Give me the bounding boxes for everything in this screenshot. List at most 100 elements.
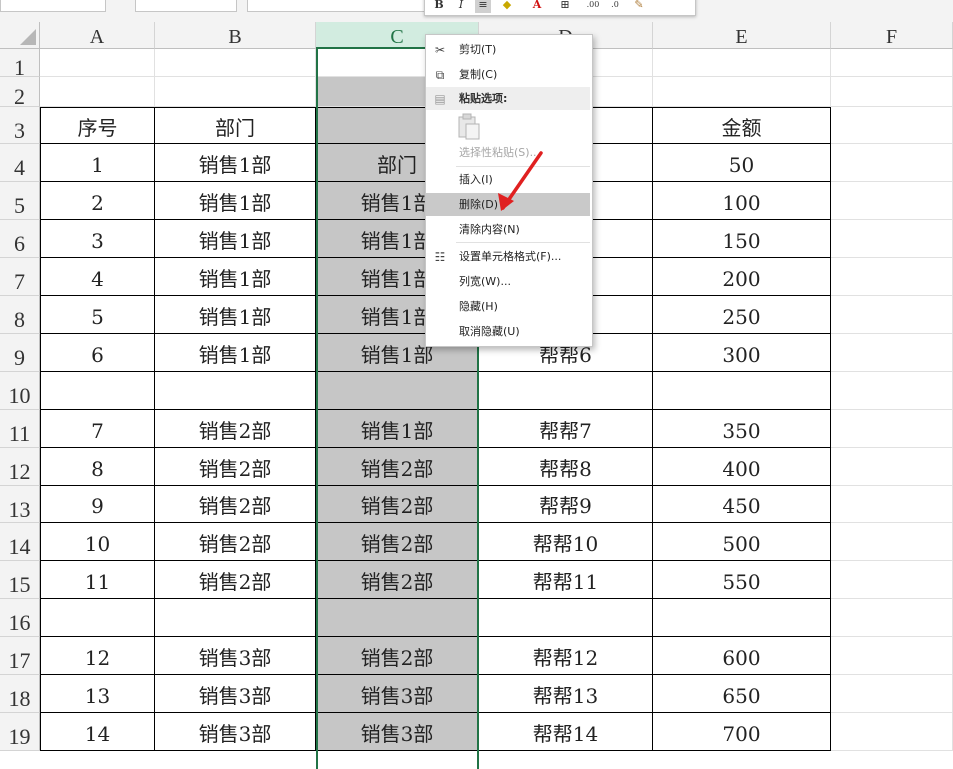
italic-button[interactable]: I [453, 0, 469, 13]
cell-b1[interactable] [155, 49, 316, 77]
column-header-e[interactable]: E [653, 22, 831, 49]
cell-d14[interactable]: 帮帮10 [479, 523, 653, 561]
row-header-13[interactable]: 13 [0, 486, 40, 523]
menu-item-format-cells[interactable]: ☷ 设置单元格格式(F)... [426, 245, 590, 268]
cell-f16[interactable] [831, 599, 953, 637]
row-header-12[interactable]: 12 [0, 448, 40, 486]
cell-b9[interactable]: 销售1部 [155, 334, 316, 372]
cell-d10[interactable] [479, 372, 653, 410]
cell-d16[interactable] [479, 599, 653, 637]
cell-a9[interactable]: 6 [40, 334, 155, 372]
cell-a4[interactable]: 1 [40, 144, 155, 182]
row-header-2[interactable]: 2 [0, 77, 40, 109]
cell-e9[interactable]: 300 [653, 334, 831, 372]
cell-f15[interactable] [831, 561, 953, 599]
cell-b16[interactable] [155, 599, 316, 637]
cell-e10[interactable] [653, 372, 831, 410]
cell-c18[interactable]: 销售3部 [316, 675, 479, 713]
cell-a18[interactable]: 13 [40, 675, 155, 713]
cell-e3[interactable]: 金额 [653, 107, 831, 144]
cell-f19[interactable] [831, 713, 953, 751]
row-header-17[interactable]: 17 [0, 637, 40, 675]
row-header-15[interactable]: 15 [0, 561, 40, 599]
cell-b2[interactable] [155, 77, 316, 107]
cell-c16[interactable] [316, 599, 479, 637]
cell-f11[interactable] [831, 410, 953, 448]
menu-item-cut[interactable]: ✂ 剪切(T) [426, 38, 590, 61]
cell-a8[interactable]: 5 [40, 296, 155, 334]
cell-f14[interactable] [831, 523, 953, 561]
cell-c19[interactable]: 销售3部 [316, 713, 479, 751]
cell-a16[interactable] [40, 599, 155, 637]
cell-e7[interactable]: 200 [653, 258, 831, 296]
cell-c14[interactable]: 销售2部 [316, 523, 479, 561]
cell-b14[interactable]: 销售2部 [155, 523, 316, 561]
bold-button[interactable]: B [431, 0, 447, 13]
row-header-7[interactable]: 7 [0, 258, 40, 296]
cell-b5[interactable]: 销售1部 [155, 182, 316, 220]
row-header-1[interactable]: 1 [0, 49, 40, 80]
cell-d15[interactable]: 帮帮11 [479, 561, 653, 599]
cell-a17[interactable]: 12 [40, 637, 155, 675]
font-color-icon[interactable]: A [529, 0, 545, 13]
column-header-b[interactable]: B [155, 22, 316, 49]
cell-a19[interactable]: 14 [40, 713, 155, 751]
row-header-8[interactable]: 8 [0, 296, 40, 334]
cell-d13[interactable]: 帮帮9 [479, 486, 653, 523]
cell-e19[interactable]: 700 [653, 713, 831, 751]
cell-e11[interactable]: 350 [653, 410, 831, 448]
decrease-decimal-icon[interactable]: .0 [607, 0, 623, 13]
column-header-f[interactable]: F [831, 22, 953, 49]
border-icon[interactable]: ⊞ [557, 0, 573, 13]
cell-e17[interactable]: 600 [653, 637, 831, 675]
row-header-3[interactable]: 3 [0, 107, 40, 144]
cell-b6[interactable]: 销售1部 [155, 220, 316, 258]
cell-a12[interactable]: 8 [40, 448, 155, 486]
row-header-5[interactable]: 5 [0, 182, 40, 220]
cell-f13[interactable] [831, 486, 953, 523]
cell-d18[interactable]: 帮帮13 [479, 675, 653, 713]
cell-f4[interactable] [831, 144, 953, 182]
cell-b4[interactable]: 销售1部 [155, 144, 316, 182]
cell-b18[interactable]: 销售3部 [155, 675, 316, 713]
row-header-14[interactable]: 14 [0, 523, 40, 561]
cell-f1[interactable] [831, 49, 953, 77]
cell-b3[interactable]: 部门 [155, 107, 316, 144]
cell-f12[interactable] [831, 448, 953, 486]
row-header-18[interactable]: 18 [0, 675, 40, 713]
align-center-icon[interactable]: ≡ [475, 0, 491, 13]
menu-item-paste-special[interactable]: 选择性粘贴(S)... [426, 141, 590, 164]
cell-e5[interactable]: 100 [653, 182, 831, 220]
cell-c11[interactable]: 销售1部 [316, 410, 479, 448]
cell-f17[interactable] [831, 637, 953, 675]
cell-b19[interactable]: 销售3部 [155, 713, 316, 751]
cell-d11[interactable]: 帮帮7 [479, 410, 653, 448]
cell-a3[interactable]: 序号 [40, 107, 155, 144]
cell-c15[interactable]: 销售2部 [316, 561, 479, 599]
cell-b8[interactable]: 销售1部 [155, 296, 316, 334]
cell-e12[interactable]: 400 [653, 448, 831, 486]
row-header-10[interactable]: 10 [0, 372, 40, 410]
cell-f7[interactable] [831, 258, 953, 296]
cell-f10[interactable] [831, 372, 953, 410]
row-header-6[interactable]: 6 [0, 220, 40, 258]
cell-c10[interactable] [316, 372, 479, 410]
menu-item-clear-contents[interactable]: 清除内容(N) [426, 218, 590, 241]
cell-a1[interactable] [40, 49, 155, 77]
paste-button-icon[interactable] [456, 113, 482, 141]
cell-b17[interactable]: 销售3部 [155, 637, 316, 675]
cell-f2[interactable] [831, 77, 953, 107]
cell-c12[interactable]: 销售2部 [316, 448, 479, 486]
cell-a11[interactable]: 7 [40, 410, 155, 448]
format-painter-icon[interactable]: ✎ [631, 0, 647, 13]
formula-input[interactable] [247, 0, 425, 12]
cell-a6[interactable]: 3 [40, 220, 155, 258]
cell-a14[interactable]: 10 [40, 523, 155, 561]
row-header-19[interactable]: 19 [0, 713, 40, 751]
row-header-9[interactable]: 9 [0, 334, 40, 372]
cell-e8[interactable]: 250 [653, 296, 831, 334]
cell-e16[interactable] [653, 599, 831, 637]
cell-f5[interactable] [831, 182, 953, 220]
cell-f18[interactable] [831, 675, 953, 713]
row-header-16[interactable]: 16 [0, 599, 40, 637]
